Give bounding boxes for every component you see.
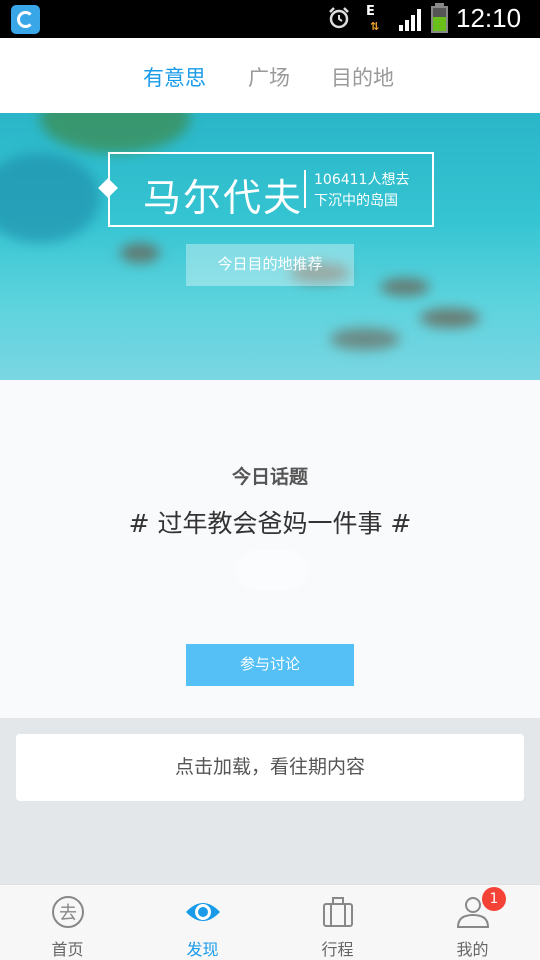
status-bar: E ⇅ 12:10 <box>0 0 540 38</box>
island-image <box>40 113 190 153</box>
destination-description: 下沉中的岛国 <box>314 193 398 209</box>
home-qu-icon: 去 <box>52 896 84 928</box>
villa-image <box>120 243 160 263</box>
top-tab-bar: 有意思 广场 目的地 <box>0 38 540 113</box>
destination-title: 马尔代夫 <box>143 176 304 220</box>
alarm-icon <box>329 7 349 29</box>
signal-icon <box>399 9 421 31</box>
title-divider <box>304 170 306 208</box>
villa-image <box>420 308 480 328</box>
tab-guangchang[interactable]: 广场 <box>248 62 290 92</box>
app-notification-icon <box>11 5 40 34</box>
tab-mudidi[interactable]: 目的地 <box>331 62 394 92</box>
nav-item-trip[interactable]: 行程 <box>270 885 405 960</box>
eye-icon <box>186 903 220 921</box>
nav-item-discover[interactable]: 发现 <box>135 885 270 960</box>
water-shade <box>0 153 100 243</box>
network-type-label: E <box>366 4 375 19</box>
topic-label: 今日话题 <box>231 466 308 488</box>
tab-youyisi[interactable]: 有意思 <box>143 62 206 92</box>
cloud-watermark <box>236 550 308 590</box>
nav-label-home: 首页 <box>51 940 84 959</box>
villa-image <box>380 278 430 296</box>
destination-banner[interactable]: 马尔代夫 106411人想去 下沉中的岛国 今日目的地推荐 <box>0 113 540 380</box>
nav-label-me: 我的 <box>456 940 489 959</box>
suitcase-icon <box>323 897 353 927</box>
svg-text:去: 去 <box>59 903 77 924</box>
load-history-button[interactable]: 点击加载，看往期内容 <box>16 734 524 801</box>
nav-item-home[interactable]: 去 首页 <box>0 885 135 960</box>
want-to-go-count: 106411人想去 <box>314 172 410 188</box>
villa-image <box>330 328 400 350</box>
battery-icon <box>431 6 448 33</box>
join-discussion-button[interactable]: 参与讨论 <box>186 644 354 686</box>
daily-destination-button[interactable]: 今日目的地推荐 <box>186 244 354 286</box>
daily-topic-section: 今日话题 # 过年教会爸妈一件事 # 参与讨论 <box>0 380 540 718</box>
topic-title: # 过年教会爸妈一件事 # <box>128 509 412 538</box>
nav-item-me[interactable]: 我的 <box>405 885 540 960</box>
status-time: 12:10 <box>456 3 522 33</box>
nav-label-trip: 行程 <box>321 940 354 959</box>
data-arrows-icon: ⇅ <box>370 20 380 33</box>
notification-badge: 1 <box>482 887 506 911</box>
network-type-indicator: E ⇅ <box>366 4 386 34</box>
nav-label-discover: 发现 <box>186 940 219 959</box>
bottom-nav: 去 首页 发现 行程 我的 <box>0 884 540 960</box>
